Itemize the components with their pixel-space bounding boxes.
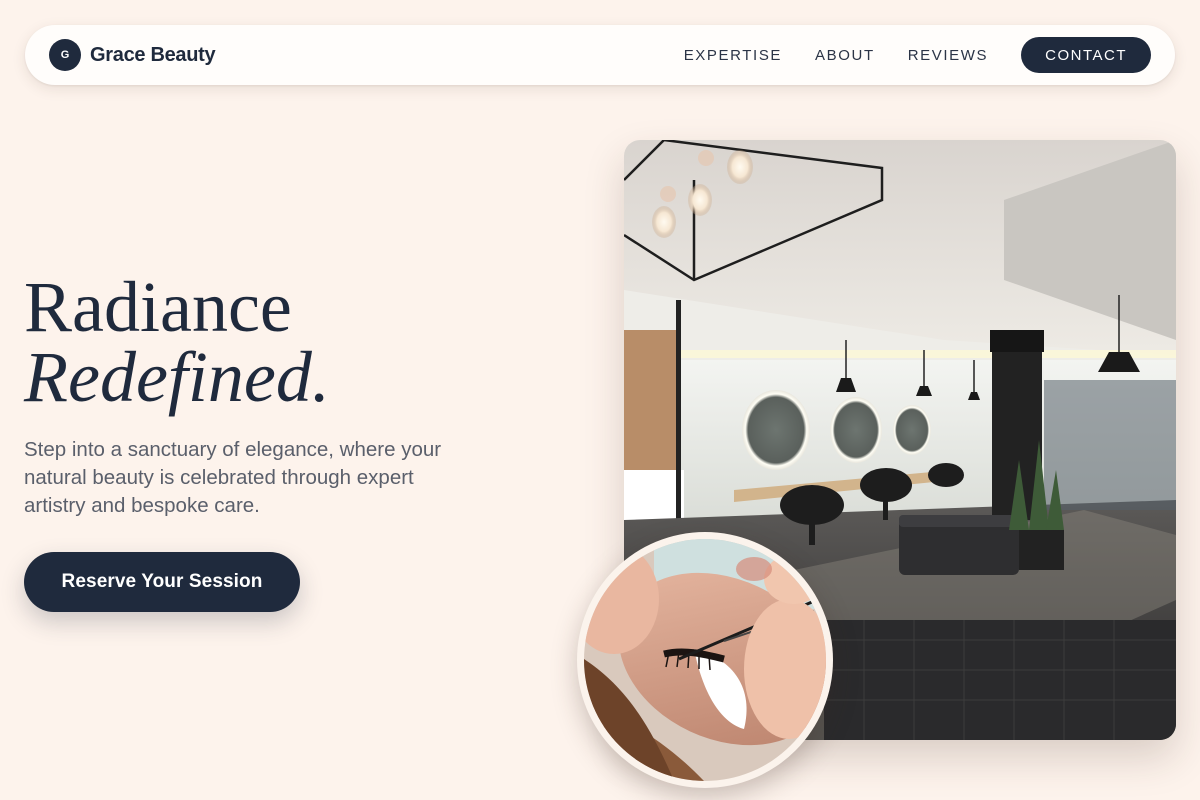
brand-name: Grace Beauty bbox=[90, 43, 216, 66]
hero-title-line2: Redefined. bbox=[24, 337, 330, 417]
nav-link-about[interactable]: ABOUT bbox=[815, 47, 875, 64]
brand[interactable]: G Grace Beauty bbox=[49, 39, 216, 71]
nav-link-expertise[interactable]: EXPERTISE bbox=[684, 47, 782, 64]
page: G Grace Beauty EXPERTISE ABOUT REVIEWS C… bbox=[0, 0, 1200, 800]
reserve-session-button[interactable]: Reserve Your Session bbox=[24, 552, 300, 612]
top-navigation: G Grace Beauty EXPERTISE ABOUT REVIEWS C… bbox=[25, 25, 1175, 85]
hero-title: Radiance Redefined. bbox=[24, 271, 330, 417]
logo-mark: G bbox=[49, 39, 81, 71]
lash-treatment-image bbox=[577, 532, 833, 788]
hero-subtitle: Step into a sanctuary of elegance, where… bbox=[24, 438, 442, 517]
nav-links: EXPERTISE ABOUT REVIEWS CONTACT bbox=[684, 37, 1151, 73]
nav-link-reviews[interactable]: REVIEWS bbox=[908, 47, 988, 64]
lash-treatment-image-inner bbox=[584, 539, 826, 781]
hero-title-line1: Radiance bbox=[24, 267, 292, 347]
contact-button[interactable]: CONTACT bbox=[1021, 37, 1151, 73]
